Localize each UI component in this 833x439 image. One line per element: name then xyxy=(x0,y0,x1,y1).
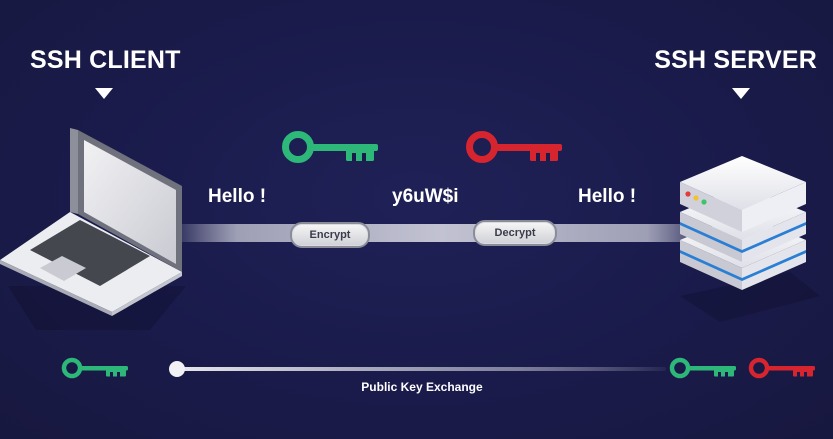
server-light-yellow xyxy=(693,195,699,201)
green-key-icon xyxy=(282,131,378,163)
plaintext-message-server: Hello ! xyxy=(578,186,637,207)
encrypt-label: Encrypt xyxy=(290,222,370,248)
transmission-beam xyxy=(172,224,712,242)
server-public-key-icon xyxy=(669,357,736,379)
public-key-exchange-label: Public Key Exchange xyxy=(361,380,483,394)
decrypt-label: Decrypt xyxy=(473,220,557,246)
ciphertext-message: y6uW$i xyxy=(392,186,459,207)
ssh-diagram: SSH CLIENT SSH SERVER Hello ! y6uW$i Hel… xyxy=(0,0,833,439)
client-title: SSH CLIENT xyxy=(30,46,181,74)
server-light-red xyxy=(685,191,691,197)
server-pointer-icon xyxy=(732,88,750,99)
red-key-icon xyxy=(466,131,562,163)
exchange-start-dot xyxy=(169,361,185,377)
server-stack-icon xyxy=(680,156,806,290)
exchange-line xyxy=(176,367,666,371)
server-private-key-icon xyxy=(748,357,815,379)
client-public-key-icon xyxy=(61,357,128,379)
server-light-green xyxy=(701,199,707,205)
client-pointer-icon xyxy=(95,88,113,99)
plaintext-message-client: Hello ! xyxy=(208,186,267,207)
server-title: SSH SERVER xyxy=(654,46,817,74)
